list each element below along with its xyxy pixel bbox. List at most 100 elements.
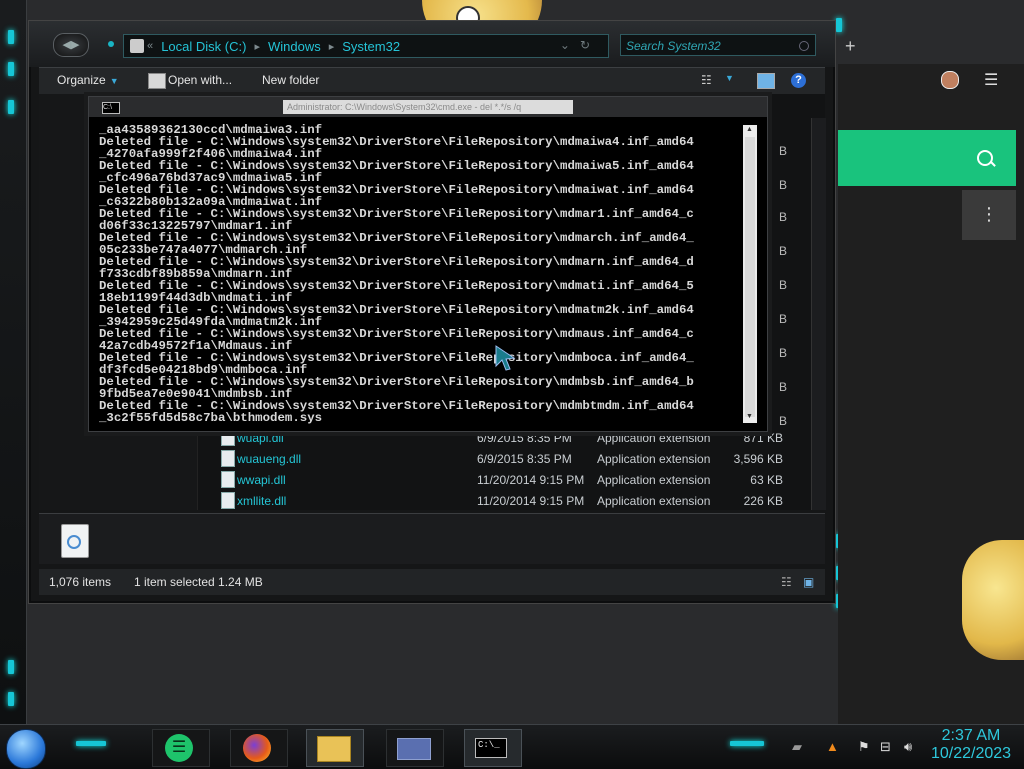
organize-button[interactable]: Organize ▼ — [57, 73, 119, 87]
size-column-fragment: B — [779, 380, 788, 394]
size-column-fragment: B — [779, 278, 788, 292]
details-pane — [39, 513, 825, 564]
taskbar-light — [76, 741, 106, 746]
folder-icon — [317, 736, 351, 762]
scroll-thumb[interactable] — [745, 137, 755, 417]
file-thumbnail-icon — [61, 524, 89, 558]
search-icon — [799, 41, 809, 51]
chevron-down-icon: ▼ — [109, 76, 119, 86]
console-line: _3c2f55fd5d58c7ba\bthmodem.sys — [99, 411, 323, 425]
item-count: 1,076 items — [49, 575, 112, 589]
breadcrumb-local-disk[interactable]: Local Disk (C:) — [161, 39, 246, 54]
frame-light — [8, 100, 14, 114]
table-row[interactable]: wwapi.dll 11/20/2014 9:15 PM Application… — [217, 469, 817, 490]
frame-light — [8, 62, 14, 76]
organize-label: Organize — [57, 73, 106, 87]
dll-file-icon — [221, 450, 235, 467]
cmd-icon: C:\_ — [475, 738, 507, 758]
frame-light — [8, 692, 14, 706]
system-clock[interactable]: 2:37 AM 10/22/2023 — [926, 727, 1016, 763]
taskbar-app-window[interactable] — [386, 729, 444, 767]
taskbar-app-cmd[interactable]: C:\_ — [464, 729, 522, 767]
size-column-fragment: B — [779, 312, 788, 326]
chevron-right-icon[interactable]: ▸ — [254, 40, 260, 53]
taskbar-app-firefox[interactable] — [230, 729, 288, 767]
breadcrumb-windows[interactable]: Windows — [268, 39, 321, 54]
cmd-app-icon: C:\ — [102, 102, 120, 114]
breadcrumb-system32[interactable]: System32 — [342, 39, 400, 54]
table-row[interactable]: xmllite.dll 11/20/2014 9:15 PM Applicati… — [217, 490, 817, 511]
volume-icon[interactable]: 🔊︎ — [904, 739, 912, 755]
file-date: 6/9/2015 8:35 PM — [477, 452, 572, 466]
status-light — [108, 41, 114, 47]
address-controls[interactable]: ⌄↻ — [560, 38, 600, 52]
address-bar[interactable]: « Local Disk (C:) ▸ Windows ▸ System32 ⌄… — [123, 34, 609, 58]
clock-date: 10/22/2023 — [930, 745, 1012, 762]
chevron-right-icon[interactable]: ▸ — [329, 40, 335, 53]
size-column-fragment: B — [779, 414, 788, 428]
file-name: wuapi.dll — [237, 431, 284, 445]
view-options-icon[interactable]: ☷ — [701, 73, 717, 87]
notes-app-icon: ☰ — [165, 734, 193, 762]
start-button[interactable] — [6, 729, 46, 769]
overflow-chevron-icon[interactable]: « — [144, 40, 153, 52]
window-app-icon — [397, 738, 431, 760]
dll-file-icon — [221, 471, 235, 488]
frame-light — [836, 18, 842, 32]
vlc-tray-icon[interactable]: ▲ — [826, 739, 839, 754]
large-icons-view-icon[interactable]: ▣ — [803, 575, 814, 589]
new-tab-button[interactable]: + — [845, 36, 863, 56]
scroll-down-icon[interactable]: ▼ — [746, 413, 753, 420]
flag-icon[interactable]: ⚑ — [858, 739, 870, 755]
search-placeholder: Search System32 — [626, 39, 721, 53]
size-column-fragment: B — [779, 210, 788, 224]
table-row[interactable]: wuaueng.dll 6/9/2015 8:35 PM Application… — [217, 448, 817, 469]
file-type: Application extension — [597, 494, 711, 508]
folder-icon — [130, 39, 144, 53]
open-with-icon — [148, 73, 166, 89]
cmd-title-text: Administrator: C:\Windows\System32\cmd.e… — [283, 100, 573, 114]
file-type: Application extension — [597, 473, 711, 487]
search-icon[interactable] — [977, 150, 993, 166]
cmd-titlebar[interactable]: C:\ Administrator: C:\Windows\System32\c… — [89, 97, 767, 117]
back-button[interactable]: ◀▶ — [53, 33, 89, 57]
file-date: 6/9/2015 8:35 PM — [477, 431, 572, 445]
tray-overflow-icon[interactable]: ▰ — [792, 739, 802, 755]
size-column-fragment: B — [779, 144, 788, 158]
firefox-icon — [243, 734, 271, 762]
more-options-button[interactable]: ⋮ — [962, 190, 1016, 240]
network-icon[interactable]: ⊟ — [880, 739, 891, 755]
size-column-fragment: B — [779, 178, 788, 192]
size-column-fragment: B — [779, 346, 788, 360]
file-size: 3,596 KB — [733, 452, 783, 466]
status-bar: 1,076 items 1 item selected 1.24 MB ☷ ▣ — [39, 569, 825, 595]
cartoon-mascot-right — [962, 540, 1024, 660]
scroll-up-icon[interactable]: ▲ — [746, 126, 753, 133]
taskbar-app-file-explorer[interactable] — [306, 729, 364, 767]
details-view-icon[interactable]: ☷ — [781, 575, 792, 589]
taskbar-app-notes[interactable]: ☰ — [152, 729, 210, 767]
preview-pane-icon[interactable] — [757, 73, 775, 89]
command-bar: Organize ▼ Open with... New folder ☷ ▼ ? — [39, 67, 825, 95]
file-date: 11/20/2014 9:15 PM — [477, 473, 585, 487]
file-name: wwapi.dll — [237, 473, 286, 487]
search-input[interactable]: Search System32 — [620, 34, 816, 56]
open-with-button[interactable]: Open with... — [168, 73, 232, 87]
size-column-fragment: B — [779, 244, 788, 258]
help-icon[interactable]: ? — [791, 73, 806, 88]
file-date: 11/20/2014 9:15 PM — [477, 494, 585, 508]
new-folder-button[interactable]: New folder — [262, 73, 319, 87]
frame-light — [8, 660, 14, 674]
selection-info: 1 item selected 1.24 MB — [134, 575, 263, 589]
hamburger-menu-icon[interactable]: ☰ — [984, 70, 998, 90]
clock-time: 2:37 AM — [941, 727, 1001, 744]
dll-file-icon — [221, 492, 235, 509]
explorer-titlebar: ◀▶ « Local Disk (C:) ▸ Windows ▸ System3… — [29, 21, 835, 67]
chevron-down-icon[interactable]: ▼ — [725, 73, 741, 87]
console-output[interactable]: _aa43589362130ccd\mdmaiwa3.inf Deleted fi… — [99, 124, 743, 426]
file-type: Application extension — [597, 431, 711, 445]
frame-light — [8, 30, 14, 44]
taskbar-light — [730, 741, 764, 746]
cmd-scrollbar[interactable]: ▲ ▼ — [743, 125, 757, 423]
avatar[interactable] — [941, 71, 959, 89]
